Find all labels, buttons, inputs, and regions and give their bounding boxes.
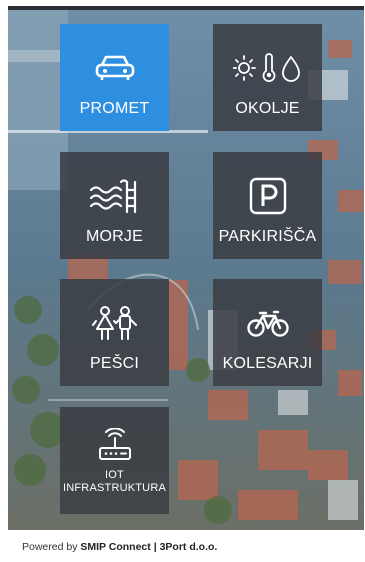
bicycle-icon (213, 303, 322, 343)
router-icon (60, 425, 169, 465)
tile-label: PEŠCI (89, 355, 139, 372)
tile-label-line1: IOT (105, 469, 124, 481)
tile-label-line2: INFRASTRUKTURA (62, 482, 167, 494)
tile-parkirisca[interactable]: PARKIRIŠČA (213, 152, 322, 259)
waves-icon (60, 176, 169, 216)
tile-iot-infrastruktura[interactable]: IOT INFRASTRUKTURA (60, 407, 169, 514)
footer-brand: SMIP Connect (80, 541, 151, 553)
tile-pesci[interactable]: PEŠCI (60, 279, 169, 386)
tile-morje[interactable]: MORJE (60, 152, 169, 259)
footer-company: 3Port d.o.o. (159, 541, 218, 553)
tile-label: OKOLJE (235, 100, 300, 117)
footer: Powered by SMIP Connect | 3Port d.o.o. (22, 541, 217, 553)
footer-prefix: Powered by (22, 541, 81, 553)
app-frame: PROMET OKOLJE MORJE PARKIRIŠČA PEŠCI KOL… (8, 6, 364, 530)
tile-label: MORJE (86, 228, 143, 245)
tile-okolje[interactable]: OKOLJE (213, 24, 322, 131)
car-icon (60, 48, 169, 88)
tile-label: IOT INFRASTRUKTURA (60, 469, 169, 495)
tile-label: PARKIRIŠČA (218, 228, 317, 245)
footer-separator: | (150, 541, 160, 553)
tile-label: KOLESARJI (222, 355, 313, 372)
tile-kolesarji[interactable]: KOLESARJI (213, 279, 322, 386)
parking-icon (213, 176, 322, 216)
pedestrians-icon (60, 303, 169, 343)
weather-sensors-icon (213, 48, 322, 88)
tile-promet[interactable]: PROMET (60, 24, 169, 131)
tile-label: PROMET (79, 100, 150, 117)
